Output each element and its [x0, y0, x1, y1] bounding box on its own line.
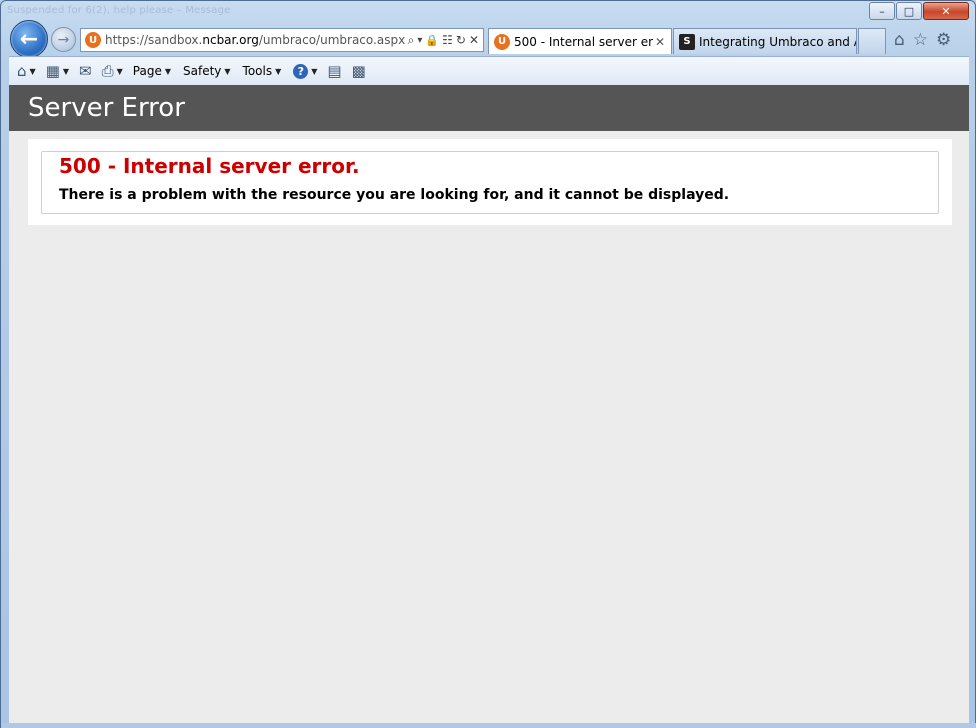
error-description: There is a problem with the resource you… — [59, 187, 730, 203]
favorites-icon[interactable]: ☆ — [913, 30, 928, 50]
back-arrow-icon: ← — [19, 26, 39, 52]
forward-arrow-icon: → — [57, 31, 70, 48]
tab-server-error[interactable]: U 500 - Internal server error. ✕ — [488, 28, 672, 54]
url-path: /umbraco/umbraco.aspx — [258, 33, 406, 47]
mail-icon: ✉ — [79, 62, 92, 80]
gear-icon[interactable]: ⚙ — [936, 30, 951, 50]
safety-menu[interactable]: Safety ▼ — [183, 64, 231, 78]
window-title: Suspended for 6(2), help please – Messag… — [7, 5, 231, 16]
page-menu[interactable]: Page ▼ — [133, 64, 171, 78]
address-bar-icons: ⌕ ▾ 🔒 ☷ ↻ ✕ — [408, 33, 483, 48]
rss-feed-icon: ▦ — [45, 62, 60, 80]
page-menu-label: Page — [132, 64, 162, 78]
window-bottom-edge — [1, 723, 976, 728]
umbraco-site-icon: U — [85, 32, 101, 48]
command-bar: ⌂ ▼ ▦ ▼ ✉ ⎙ ▼ Page ▼ Safety ▼ Tools ▼ ? … — [9, 56, 969, 85]
header-band: Server Error — [9, 85, 969, 131]
stack-tab-icon: S — [679, 33, 695, 50]
window-controls: – □ ✕ — [868, 2, 969, 20]
search-icon[interactable]: ⌕ — [408, 33, 415, 48]
safety-menu-label: Safety — [183, 64, 222, 78]
refresh-icon[interactable]: ↻ — [456, 33, 466, 47]
home-icon: ⌂ — [17, 62, 27, 80]
tools-menu[interactable]: Tools ▼ — [243, 64, 282, 78]
compat-icon[interactable]: ☷ — [442, 33, 453, 47]
error-panel: 500 - Internal server error. There is a … — [41, 151, 939, 214]
lock-icon[interactable]: 🔒 — [425, 34, 439, 47]
chevron-down-icon: ▼ — [29, 66, 36, 76]
url-host: ncbar.org — [202, 33, 259, 47]
new-tab-button[interactable] — [858, 28, 886, 54]
print-icon: ⎙ — [101, 62, 114, 80]
url-prefix: https://sandbox. — [105, 33, 203, 47]
forward-button[interactable]: → — [51, 27, 76, 52]
extra-command[interactable]: ▩ — [352, 62, 366, 80]
error-title: 500 - Internal server error. — [59, 154, 360, 178]
research-command[interactable]: ▤ — [327, 62, 341, 80]
back-button[interactable]: ← — [10, 20, 48, 58]
chevron-down-icon: ▼ — [224, 66, 231, 76]
chevron-down-icon: ▼ — [275, 66, 282, 76]
browser-right-icons: ⌂ ☆ ⚙ — [894, 30, 951, 50]
page-viewport: Server Error 500 - Internal server error… — [9, 85, 969, 723]
page-title: Server Error — [28, 93, 185, 123]
address-bar[interactable]: U https://sandbox.ncbar.org/umbraco/umbr… — [80, 28, 484, 52]
content-box: 500 - Internal server error. There is a … — [28, 139, 952, 225]
tab-label: Integrating Umbraco and A... — [699, 34, 856, 49]
help-icon: ? — [293, 63, 309, 79]
minimize-button[interactable]: – — [869, 2, 895, 20]
chevron-down-icon: ▼ — [62, 66, 70, 76]
umbraco-tab-icon: U — [494, 33, 510, 50]
close-window-button[interactable]: ✕ — [923, 2, 969, 20]
help-command[interactable]: ? ▼ — [293, 63, 318, 79]
maximize-button[interactable]: □ — [896, 2, 922, 20]
tab-label: 500 - Internal server error. — [514, 34, 653, 49]
chevron-down-icon: ▼ — [311, 66, 318, 76]
home-icon[interactable]: ⌂ — [894, 30, 905, 50]
chevron-down-icon: ▼ — [164, 66, 171, 76]
mail-command[interactable]: ✉ — [79, 62, 92, 80]
tab-integrating-umbraco[interactable]: S Integrating Umbraco and A... — [673, 28, 857, 54]
home-command[interactable]: ⌂ ▼ — [17, 62, 36, 80]
browser-window: Suspended for 6(2), help please – Messag… — [0, 0, 976, 728]
feeds-command[interactable]: ▦ ▼ — [46, 62, 69, 80]
url-text[interactable]: https://sandbox.ncbar.org/umbraco/umbrac… — [105, 33, 408, 47]
print-command[interactable]: ⎙ ▼ — [102, 62, 123, 80]
dropdown-icon[interactable]: ▾ — [417, 35, 422, 46]
addon-icon: ▩ — [351, 62, 366, 80]
tools-menu-label: Tools — [242, 64, 273, 78]
close-tab-icon[interactable]: ✕ — [653, 35, 667, 49]
stop-icon[interactable]: ✕ — [469, 33, 479, 47]
research-icon: ▤ — [327, 62, 342, 80]
chevron-down-icon: ▼ — [116, 66, 123, 76]
